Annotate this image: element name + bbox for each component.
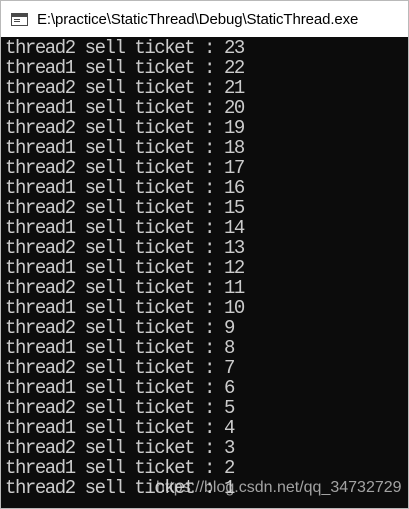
console-window-icon[interactable] [11, 12, 28, 26]
console-line: thread1 sell ticket : 12 [5, 257, 245, 279]
console-line: thread1 sell ticket : 20 [5, 97, 245, 119]
console-output[interactable]: thread2 sell ticket : 23 thread1 sell ti… [1, 38, 408, 508]
console-line: thread1 sell ticket : 18 [5, 137, 245, 159]
console-line: thread1 sell ticket : 16 [5, 177, 245, 199]
console-line: thread2 sell ticket : 19 [5, 117, 245, 139]
console-line: thread1 sell ticket : 10 [5, 297, 245, 319]
console-line: thread2 sell ticket : 15 [5, 197, 245, 219]
console-line: thread2 sell ticket : 21 [5, 77, 245, 99]
console-line: thread2 sell ticket : 9 [5, 317, 235, 339]
title-bar[interactable]: E:\practice\StaticThread\Debug\StaticThr… [1, 1, 408, 37]
window-title: E:\practice\StaticThread\Debug\StaticThr… [37, 10, 359, 28]
console-line: thread1 sell ticket : 2 [5, 457, 235, 479]
console-line: thread1 sell ticket : 14 [5, 217, 245, 239]
console-line: thread2 sell ticket : 11 [5, 277, 245, 299]
console-line: thread2 sell ticket : 13 [5, 237, 245, 259]
watermark-text: https://blog.csdn.net/qq_34732729 [156, 479, 402, 496]
console-line: thread2 sell ticket : 7 [5, 357, 235, 379]
console-line: thread2 sell ticket : 23 [5, 37, 245, 59]
console-line: thread2 sell ticket : 5 [5, 397, 235, 419]
console-line: thread1 sell ticket : 8 [5, 337, 235, 359]
console-line: thread2 sell ticket : 17 [5, 157, 245, 179]
console-line: thread1 sell ticket : 6 [5, 377, 235, 399]
console-line: thread2 sell ticket : 3 [5, 437, 235, 459]
console-line: thread1 sell ticket : 22 [5, 57, 245, 79]
console-line: thread1 sell ticket : 4 [5, 417, 235, 439]
console-window: E:\practice\StaticThread\Debug\StaticThr… [0, 0, 409, 509]
